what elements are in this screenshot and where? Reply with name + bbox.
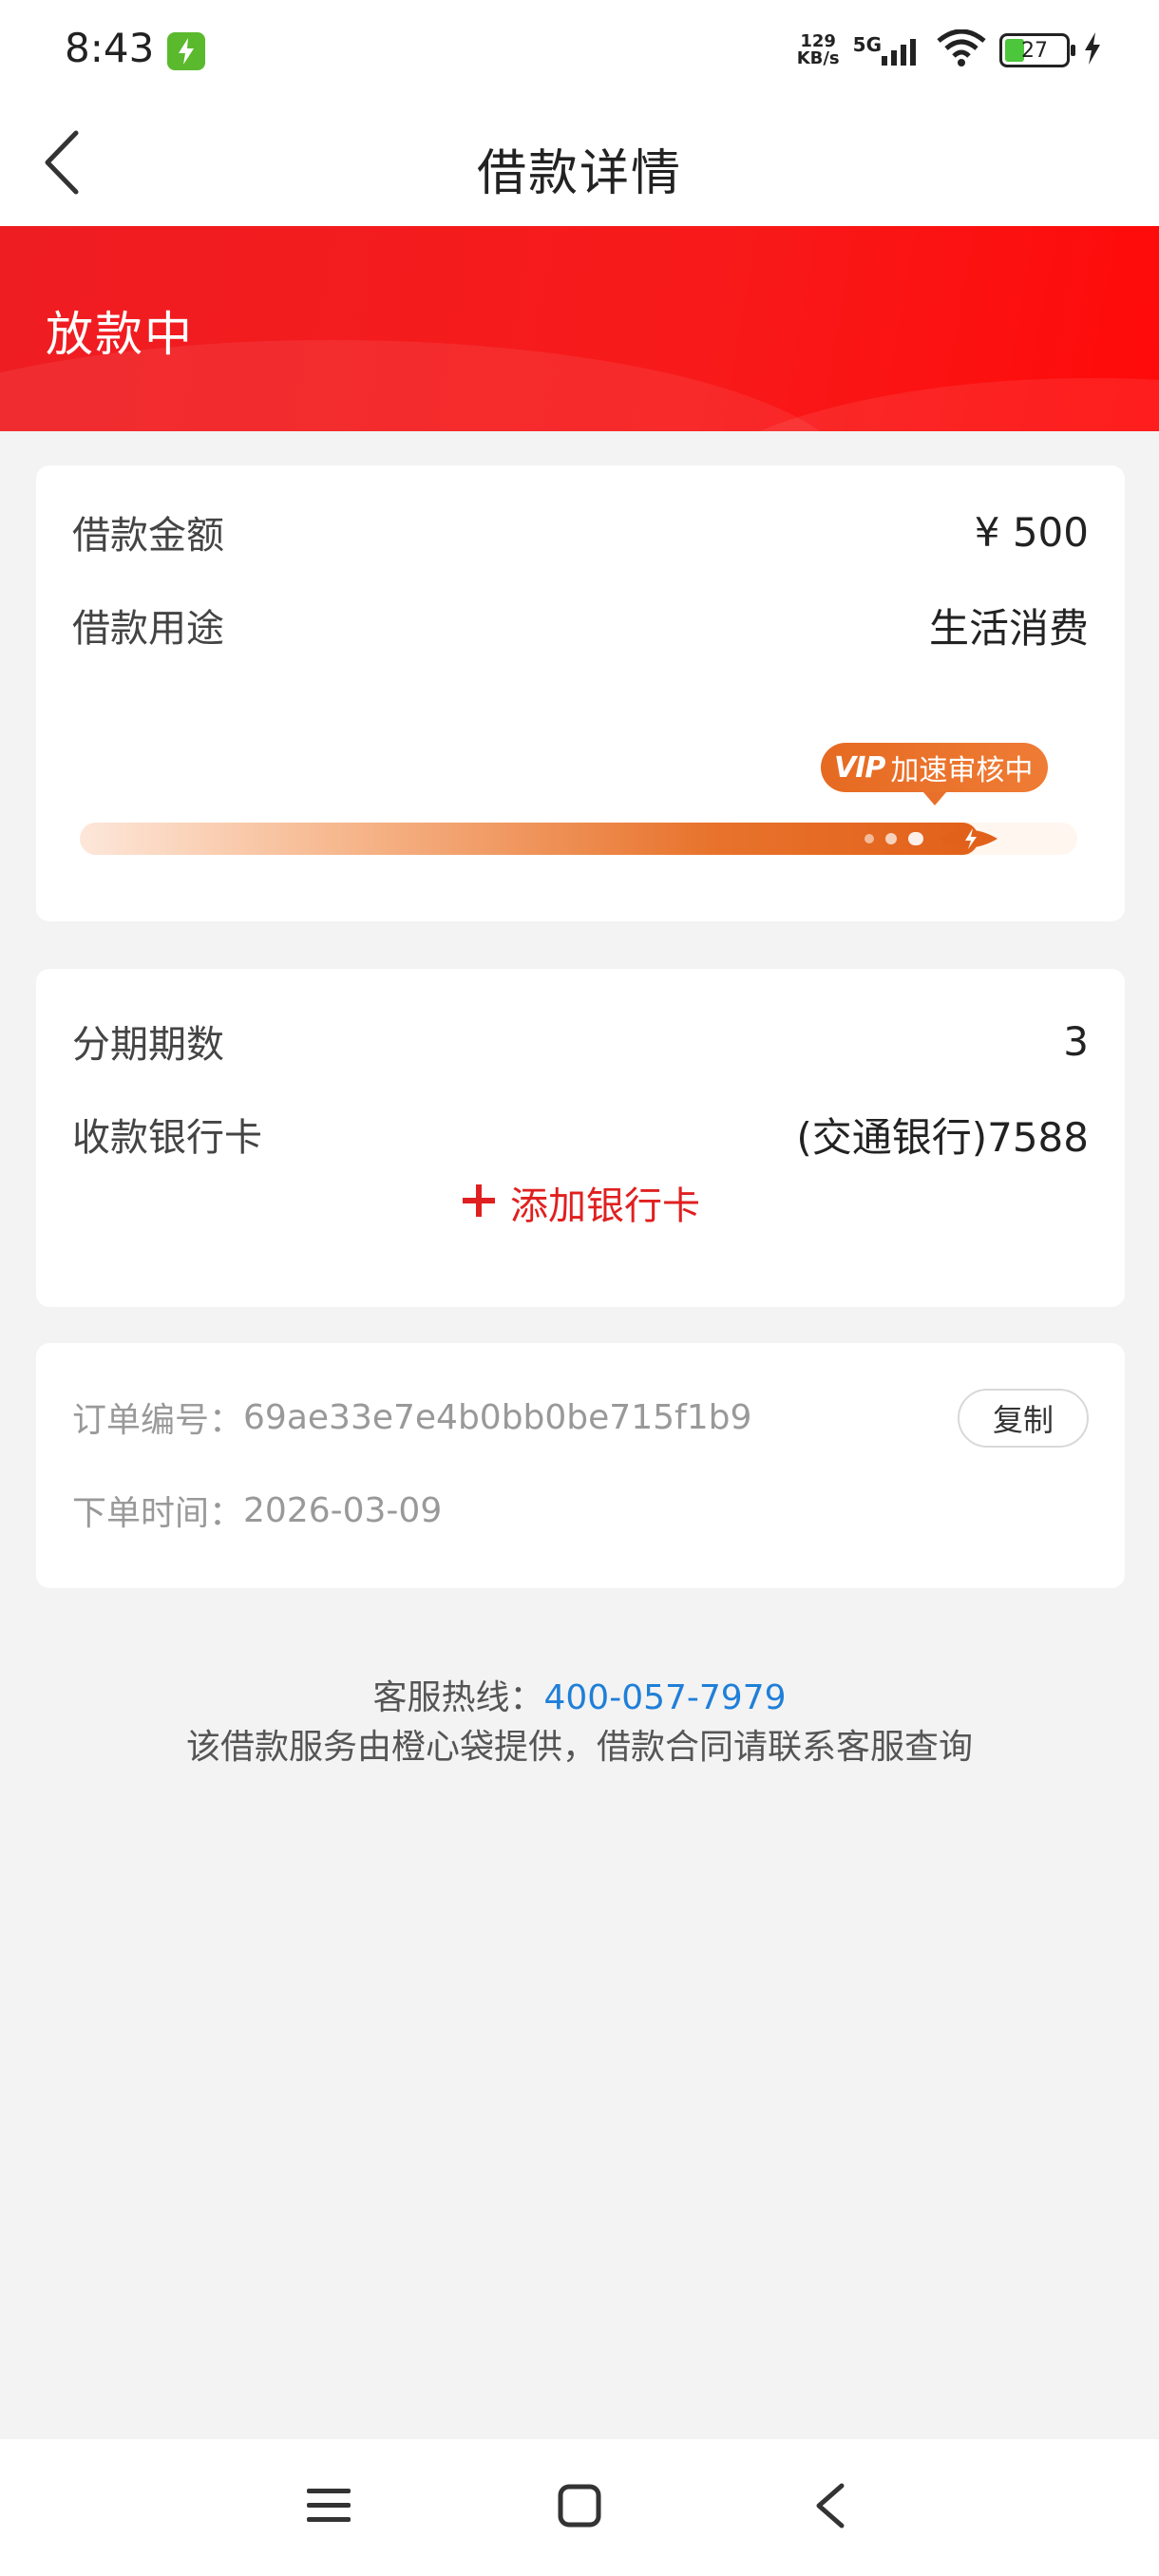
order-time-row: 下单时间： 2026-03-09 (72, 1482, 442, 1539)
app-header: 借款详情 (0, 99, 1159, 226)
amount-value: ¥ 500 (974, 508, 1089, 556)
loan-info-card: 借款金额 ¥ 500 借款用途 生活消费 VIP 加速审核中 (36, 465, 1125, 921)
order-number-label: 订单编号： (72, 1401, 244, 1440)
rocket-icon (939, 828, 998, 849)
wifi-icon (937, 28, 986, 71)
periods-value: 3 (1063, 1017, 1089, 1065)
progress-dot (885, 833, 897, 844)
battery-level: 27 (1021, 38, 1048, 63)
bank-card-row[interactable]: 收款银行卡 (交通银行)7588 (72, 1106, 1089, 1163)
status-banner: 放款中 (0, 226, 1159, 431)
add-bank-card-label: 添加银行卡 (510, 1184, 700, 1228)
vip-mark: VIP (834, 750, 885, 785)
service-notice: 该借款服务由橙心袋提供，借款合同请联系客服查询 (185, 1728, 973, 1767)
review-progress-bar (80, 823, 1077, 855)
purpose-row: 借款用途 生活消费 (72, 597, 1089, 653)
purpose-label: 借款用途 (72, 607, 224, 651)
add-bank-card-button[interactable]: 添加银行卡 (36, 1174, 1125, 1231)
system-back-button[interactable] (800, 2475, 861, 2536)
status-icons: 129 KB/s 5G 27 (797, 27, 1102, 74)
menu-button[interactable] (298, 2475, 359, 2536)
charging-bolt-icon (1083, 32, 1102, 68)
order-number-value: 69ae33e7e4b0bb0be715f1b9 (243, 1397, 752, 1437)
net-speed-unit: KB/s (796, 48, 840, 68)
progress-fill (80, 823, 978, 855)
vip-badge-text: 加速审核中 (890, 754, 1034, 787)
service-footer: 客服热线：400-057-7979 该借款服务由橙心袋提供，借款合同请联系客服查… (0, 1674, 1159, 1772)
page-title: 借款详情 (476, 145, 682, 202)
system-nav-bar (0, 2439, 1159, 2576)
network-type: 5G (852, 33, 882, 56)
order-card: 订单编号： 69ae33e7e4b0bb0be715f1b9 复制 下单时间： … (36, 1343, 1125, 1588)
home-square-icon (558, 2484, 601, 2528)
charging-app-icon (167, 32, 205, 70)
order-number-row: 订单编号： 69ae33e7e4b0bb0be715f1b9 (72, 1389, 751, 1446)
installment-card: 分期期数 3 收款银行卡 (交通银行)7588 添加银行卡 (36, 969, 1125, 1307)
loan-status: 放款中 (46, 307, 194, 362)
purpose-value: 生活消费 (928, 604, 1089, 652)
menu-icon (307, 2489, 351, 2522)
amount-row: 借款金额 ¥ 500 (72, 503, 1089, 560)
bank-card-label: 收款银行卡 (72, 1116, 262, 1160)
back-triangle-icon (816, 2483, 845, 2529)
bank-card-value: (交通银行)7588 (796, 1113, 1089, 1161)
home-button[interactable] (549, 2475, 610, 2536)
hotline-line: 客服热线：400-057-7979 (0, 1674, 1159, 1723)
hotline-link[interactable]: 400-057-7979 (543, 1678, 786, 1717)
vip-review-badge: VIP 加速审核中 (821, 743, 1049, 805)
periods-label: 分期期数 (72, 1023, 224, 1067)
net-speed: 129 KB/s (797, 33, 840, 67)
plus-icon (461, 1178, 497, 1227)
status-bar: 8:43 129 KB/s 5G 27 (0, 0, 1159, 99)
hotline-label: 客服热线： (372, 1678, 544, 1717)
progress-dot (908, 832, 923, 845)
copy-button[interactable]: 复制 (958, 1389, 1089, 1448)
order-time-label: 下单时间： (72, 1494, 244, 1533)
amount-label: 借款金额 (72, 514, 224, 558)
progress-dot (864, 834, 874, 843)
periods-row: 分期期数 3 (72, 1013, 1089, 1070)
order-time-value: 2026-03-09 (243, 1490, 443, 1530)
status-time: 8:43 (65, 25, 155, 71)
battery-icon: 27 (999, 33, 1075, 67)
signal-icon: 5G (852, 33, 923, 66)
